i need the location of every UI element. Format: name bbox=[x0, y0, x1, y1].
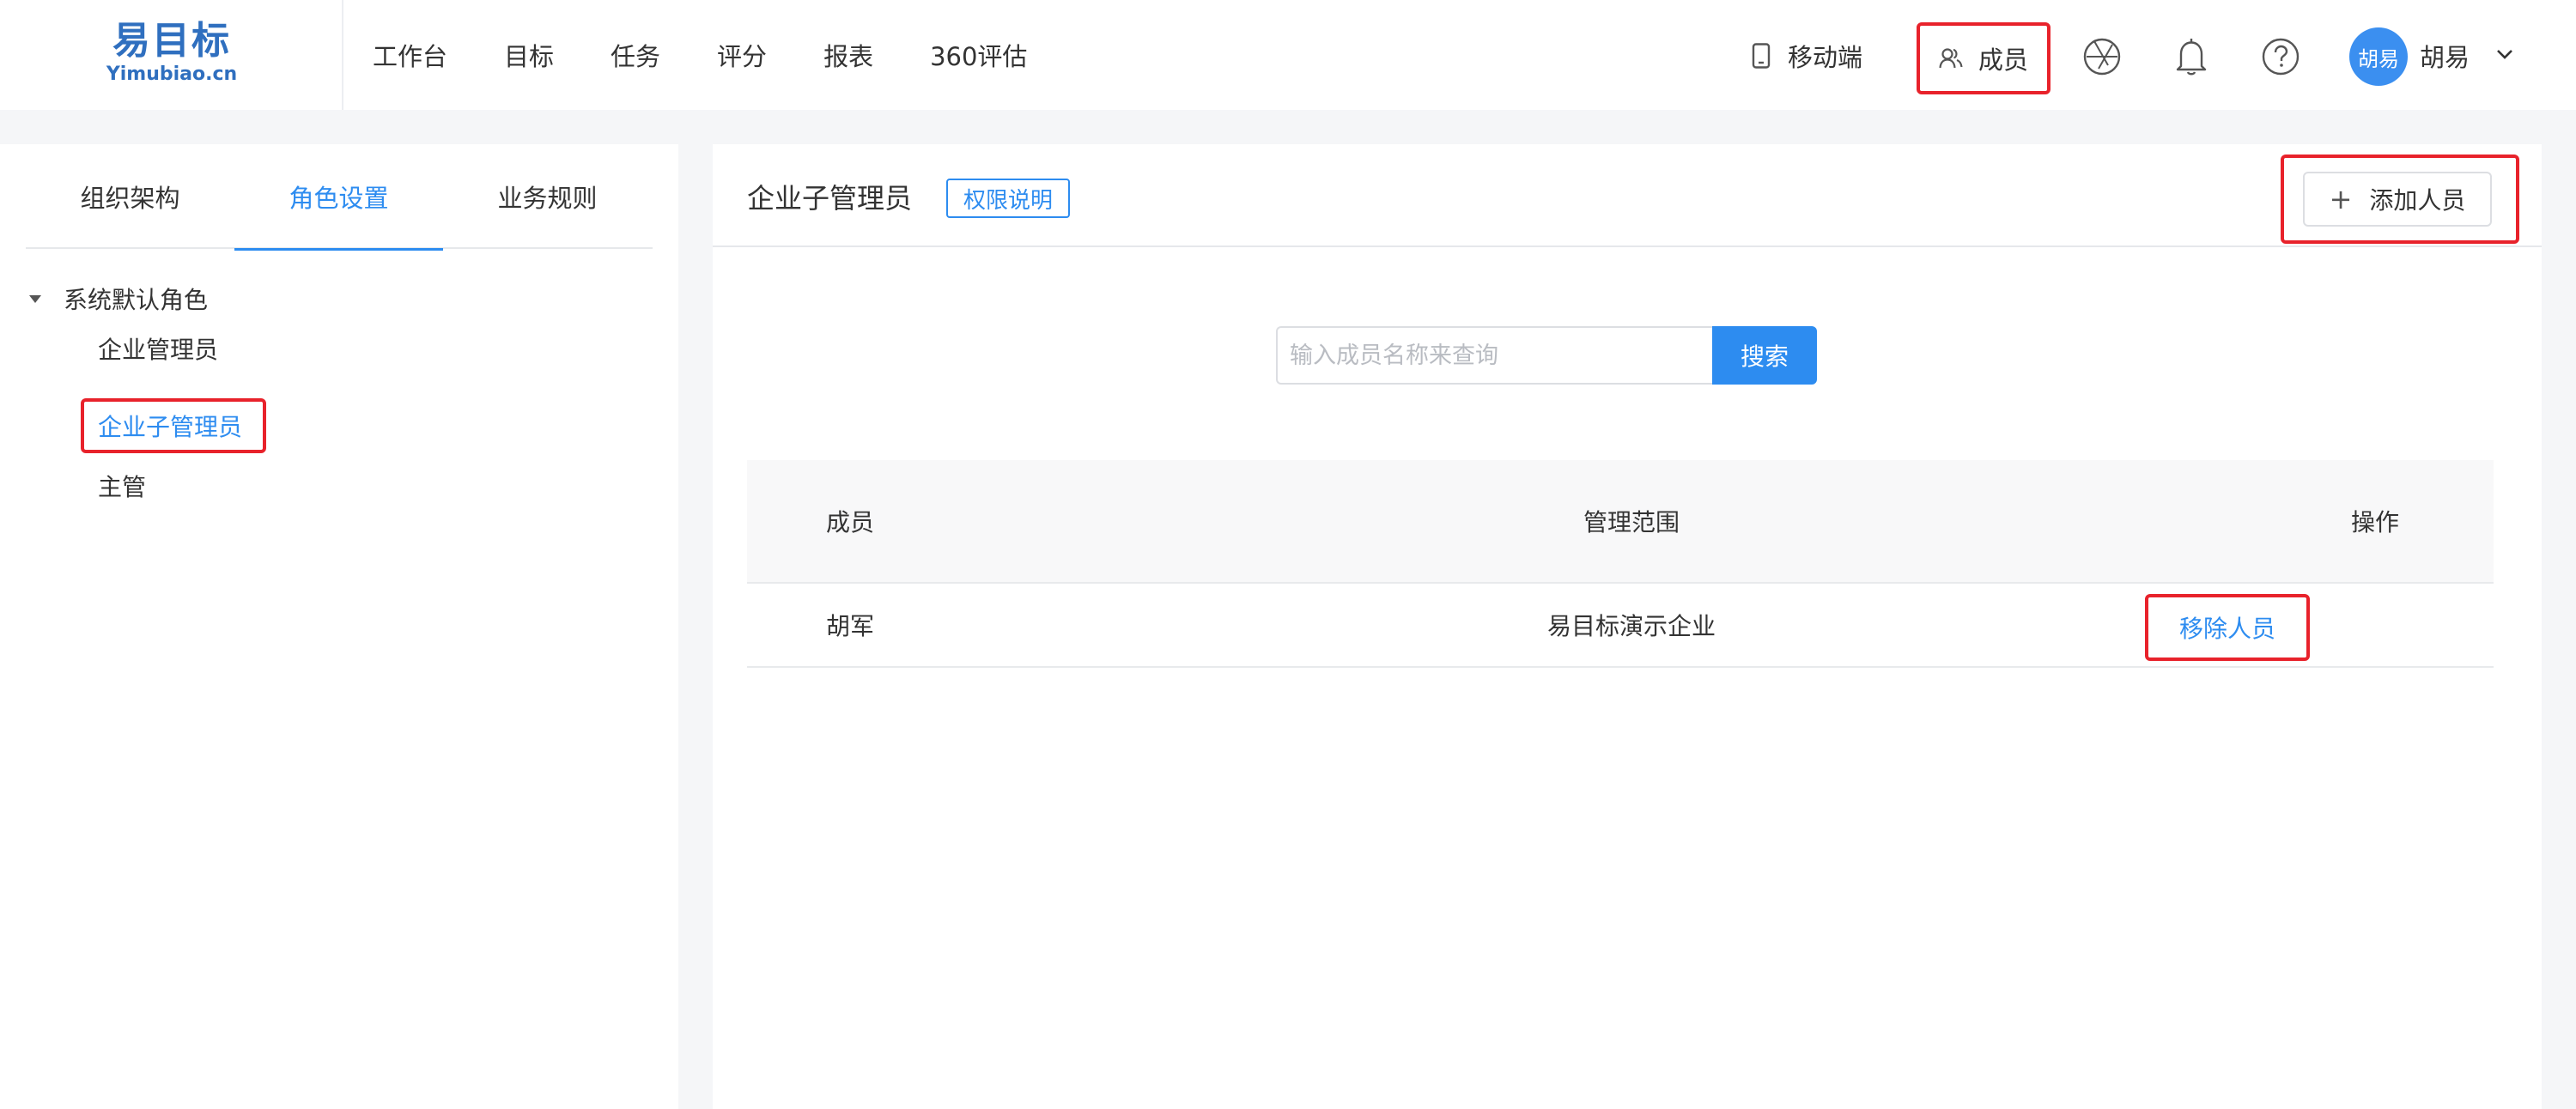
bell-icon[interactable] bbox=[2171, 36, 2212, 77]
members-icon bbox=[1939, 48, 1963, 69]
chevron-down-icon[interactable] bbox=[2495, 45, 2514, 64]
table-row: 胡军 易目标演示企业 移除人员 bbox=[747, 584, 2494, 668]
column-header-scope: 管理范围 bbox=[1583, 508, 1680, 536]
plus-icon: + bbox=[2329, 183, 2353, 215]
logo[interactable]: 易目标 Yimubiao.cn bbox=[86, 19, 258, 91]
action-cell: 移除人员 bbox=[747, 584, 2494, 666]
tree-group-label: 系统默认角色 bbox=[64, 286, 209, 314]
mobile-link-label: 移动端 bbox=[1788, 43, 1863, 72]
logo-text-en: Yimubiao.cn bbox=[106, 64, 238, 85]
member-search-input[interactable] bbox=[1276, 326, 1712, 385]
settings-tabs: 组织架构 角色设置 业务规则 bbox=[26, 144, 653, 251]
panel-header: 企业子管理员 权限说明 + 添加人员 bbox=[713, 144, 2542, 247]
nav-item-reports[interactable]: 报表 bbox=[823, 37, 873, 73]
nav-item-scoring[interactable]: 评分 bbox=[717, 37, 767, 73]
username[interactable]: 胡易 bbox=[2420, 38, 2470, 74]
phone-icon bbox=[1752, 43, 1771, 69]
tree-item-supervisor[interactable]: 主管 bbox=[98, 467, 146, 505]
avatar-text: 胡易 bbox=[2358, 46, 2399, 71]
tab-role-settings[interactable]: 角色设置 bbox=[234, 144, 443, 251]
nav-item-goals[interactable]: 目标 bbox=[504, 37, 554, 73]
search-button[interactable]: 搜索 bbox=[1712, 326, 1817, 385]
page-title: 企业子管理员 bbox=[747, 182, 913, 215]
members-table: 成员 管理范围 操作 胡军 易目标演示企业 移除人员 bbox=[747, 460, 2494, 668]
nav-item-workbench[interactable]: 工作台 bbox=[373, 37, 447, 73]
top-navigation-bar: 易目标 Yimubiao.cn 工作台 目标 任务 评分 报表 360评估 移动… bbox=[0, 0, 2576, 110]
remove-member-link[interactable]: 移除人员 bbox=[2179, 610, 2275, 645]
highlight-box: + 添加人员 bbox=[2281, 155, 2519, 244]
tab-business-rules[interactable]: 业务规则 bbox=[443, 144, 652, 249]
tab-org-structure[interactable]: 组织架构 bbox=[26, 144, 234, 249]
left-panel: 组织架构 角色设置 业务规则 系统默认角色 企业管理员 企业子管理员 主管 bbox=[0, 144, 678, 1109]
avatar[interactable]: 胡易 bbox=[2349, 27, 2408, 86]
main-nav: 工作台 目标 任务 评分 报表 360评估 bbox=[373, 0, 1084, 110]
tree-group-default-roles[interactable]: 系统默认角色 bbox=[29, 280, 208, 318]
caret-down-icon[interactable] bbox=[29, 294, 41, 303]
help-icon[interactable] bbox=[2260, 36, 2301, 77]
members-link-label: 成员 bbox=[1978, 45, 2028, 75]
table-header: 成员 管理范围 操作 bbox=[747, 460, 2494, 584]
tree-item-enterprise-sub-admin[interactable]: 企业子管理员 bbox=[98, 398, 242, 453]
aperture-icon[interactable] bbox=[2081, 36, 2123, 77]
nav-item-tasks[interactable]: 任务 bbox=[611, 37, 660, 73]
logo-text-cn: 易目标 bbox=[112, 19, 231, 63]
mobile-link[interactable]: 移动端 bbox=[1752, 34, 1862, 77]
column-header-member: 成员 bbox=[826, 508, 875, 536]
add-member-label: 添加人员 bbox=[2369, 186, 2466, 215]
column-header-action: 操作 bbox=[2350, 508, 2399, 536]
divider bbox=[342, 0, 343, 110]
highlight-box: 移除人员 bbox=[2145, 594, 2310, 661]
nav-item-360-evaluation[interactable]: 360评估 bbox=[930, 37, 1027, 73]
tree-item-enterprise-admin[interactable]: 企业管理员 bbox=[98, 330, 218, 367]
main-panel: 企业子管理员 权限说明 + 添加人员 搜索 成员 管理范围 操作 胡军 易目标演… bbox=[713, 144, 2542, 1109]
permission-description-button[interactable]: 权限说明 bbox=[946, 179, 1070, 218]
members-link[interactable]: 成员 bbox=[1917, 22, 2050, 94]
add-member-button[interactable]: + 添加人员 bbox=[2303, 172, 2492, 227]
